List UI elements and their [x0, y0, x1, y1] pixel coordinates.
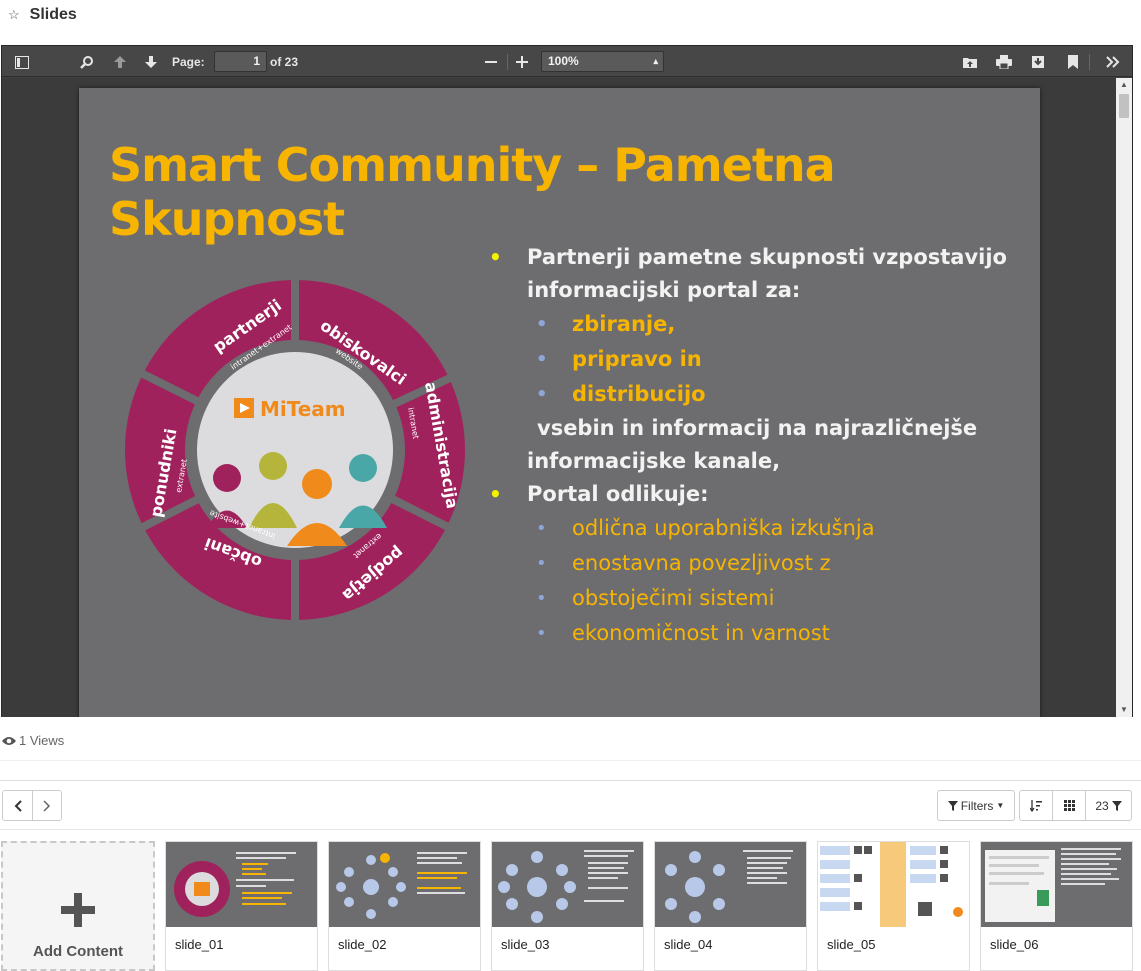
chevron-left-icon[interactable]	[3, 791, 32, 820]
search-icon[interactable]	[77, 52, 97, 72]
select-arrows-icon: ▴	[653, 56, 658, 66]
slide-page: Smart Community – Pametna Skupnost MiTea…	[79, 88, 1040, 717]
sub-bullet-cont: obstoječimi sistemi	[489, 581, 1029, 616]
logo-text: MiTeam	[260, 397, 346, 421]
sub-bullet: ekonomičnost in varnost	[489, 616, 1029, 651]
slide-title: Smart Community – Pametna Skupnost	[109, 138, 836, 246]
star-outline-icon[interactable]: ☆	[8, 7, 20, 23]
slide-thumbnail	[166, 842, 317, 927]
zoom-value: 100%	[548, 54, 579, 68]
slide-card[interactable]: slide_03	[491, 841, 644, 971]
zoom-select[interactable]: 100% ▴	[541, 51, 664, 72]
sub-bullet: zbiranje,	[489, 307, 1029, 342]
slide-thumbnail	[981, 842, 1132, 927]
card-title[interactable]: slide_03	[501, 937, 549, 952]
slide-card[interactable]: slide_01	[165, 841, 318, 971]
bullet-2: Portal odlikuje:	[489, 478, 1029, 511]
divider	[0, 760, 1141, 761]
scroll-thumb[interactable]	[1119, 94, 1129, 118]
chevron-right-icon[interactable]	[32, 791, 61, 820]
sort-icon	[1030, 799, 1042, 812]
add-content-label: Add Content	[33, 943, 123, 960]
download-icon[interactable]	[1028, 52, 1048, 72]
page-total: of 23	[270, 55, 299, 69]
grid-icon	[1063, 800, 1075, 811]
slide-card[interactable]: slide_06	[980, 841, 1133, 971]
sidebar-toggle-icon[interactable]	[12, 52, 32, 72]
card-title[interactable]: slide_01	[175, 937, 223, 952]
sub-bullet: enostavna povezljivost z	[489, 546, 1029, 581]
stakeholder-ring-diagram: MiTeam partnerji intranet+extranet obisk…	[125, 278, 465, 623]
divider	[0, 780, 1141, 781]
scroll-up-arrow-icon[interactable]: ▲	[1120, 80, 1128, 89]
sort-button[interactable]	[1019, 790, 1053, 821]
pager-buttons	[2, 790, 62, 821]
more-tools-icon[interactable]	[1103, 52, 1123, 72]
sub-bullet: pripravo in	[489, 342, 1029, 377]
open-file-icon[interactable]	[960, 52, 980, 72]
document-area[interactable]: Smart Community – Pametna Skupnost MiTea…	[2, 78, 1117, 717]
card-title[interactable]: slide_05	[827, 937, 875, 952]
views-text: 1 Views	[19, 733, 65, 748]
card-title[interactable]: slide_06	[990, 937, 1038, 952]
slide-bullets: Partnerji pametne skupnosti vzpostavijo …	[489, 241, 1029, 651]
view-count: 1 Views	[2, 733, 64, 748]
page-title: Slides	[29, 6, 77, 23]
slide-thumbnail	[329, 842, 480, 927]
zoom-in-icon[interactable]	[512, 52, 532, 72]
bullet-1: Partnerji pametne skupnosti vzpostavijo	[489, 241, 1029, 274]
filter-icon	[947, 800, 958, 811]
grid-view-button[interactable]	[1052, 790, 1086, 821]
toolbar-divider	[1089, 54, 1090, 70]
pdf-viewer: Page: 1 of 23 100% ▴ Smart Community – P…	[1, 45, 1133, 717]
slide-card[interactable]: slide_02	[328, 841, 481, 971]
count-label: 23	[1095, 798, 1109, 813]
filters-label: Filters	[960, 798, 994, 813]
next-page-icon[interactable]	[141, 52, 161, 72]
scroll-down-arrow-icon[interactable]: ▼	[1120, 705, 1128, 714]
add-content-card[interactable]: Add Content	[1, 841, 155, 971]
bullet-cont-a: vsebin in informacij na najrazličnejše	[537, 416, 978, 440]
slide-card[interactable]: slide_05	[817, 841, 970, 971]
filters-button[interactable]: Filters ▼	[937, 790, 1015, 821]
slide-thumbnail	[818, 842, 969, 927]
plus-icon	[61, 893, 95, 927]
sub-bullet-cont-text: obstoječimi sistemi	[572, 586, 775, 610]
eye-icon	[2, 736, 16, 745]
bullet-1-cont: informacijski portal za:	[527, 278, 801, 302]
divider	[0, 829, 1141, 830]
card-title[interactable]: slide_02	[338, 937, 386, 952]
toolbar-divider	[507, 54, 508, 70]
filter-icon	[1111, 800, 1122, 811]
page-label: Page:	[172, 55, 205, 69]
card-title[interactable]: slide_04	[664, 937, 712, 952]
print-icon[interactable]	[994, 52, 1014, 72]
zoom-out-icon[interactable]	[481, 52, 501, 72]
bookmark-icon[interactable]	[1063, 52, 1083, 72]
previous-page-icon[interactable]	[110, 52, 130, 72]
viewer-toolbar: Page: 1 of 23 100% ▴	[2, 46, 1132, 77]
page-number-input[interactable]: 1	[214, 51, 267, 72]
slide-thumbnail	[492, 842, 643, 927]
sub-bullet: odlična uporabniška izkušnja	[489, 511, 1029, 546]
slide-card[interactable]: slide_04	[654, 841, 807, 971]
bullet-cont-b: informacijske kanale,	[527, 449, 781, 473]
caret-down-icon: ▼	[996, 801, 1005, 810]
page-header: ☆ Slides	[0, 0, 1141, 30]
vertical-scrollbar[interactable]: ▲ ▼	[1116, 78, 1132, 717]
sub-bullet: distribucijo	[489, 377, 1029, 412]
slide-thumbnail	[655, 842, 806, 927]
count-filter-button[interactable]: 23	[1085, 790, 1132, 821]
